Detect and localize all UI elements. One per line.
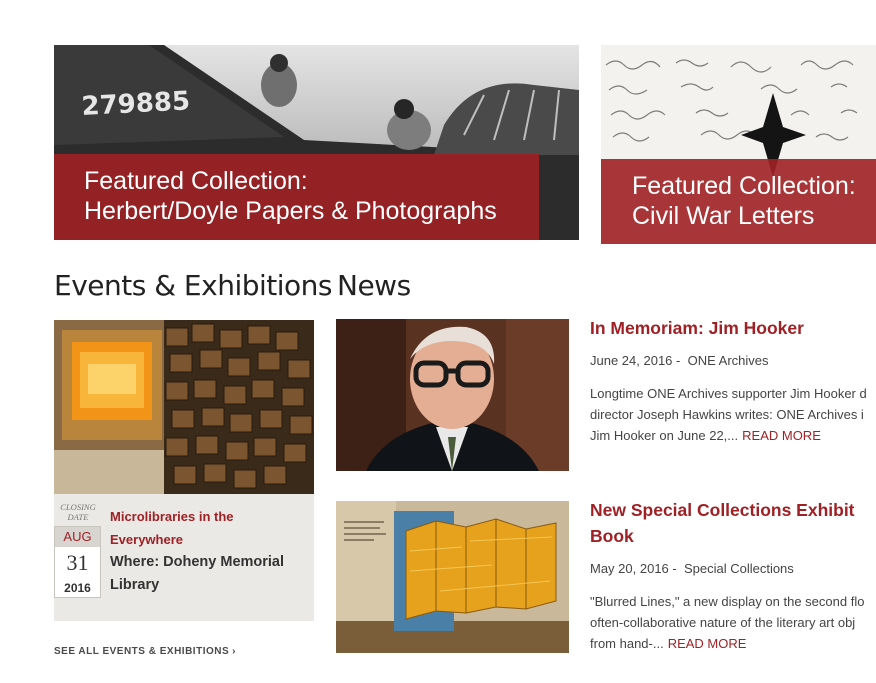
calendar-date-box: AUG 31 2016 xyxy=(54,526,101,598)
chevron-right-icon: › xyxy=(232,646,236,657)
featured-collection-civil-war-letters[interactable]: Featured Collection: Civil War Letters xyxy=(601,45,876,244)
news-photo-book-exhibit xyxy=(336,501,569,653)
event-title-link[interactable]: Microlibraries in the Everywhere xyxy=(110,505,310,551)
event-photo-library-drawers xyxy=(54,320,314,494)
news-excerpt: Longtime ONE Archives supporter Jim Hook… xyxy=(590,383,876,446)
news-excerpt-line: Longtime ONE Archives supporter Jim Hook… xyxy=(590,386,867,401)
event-location: Where: Doheny Memorial Library xyxy=(110,554,285,593)
event-card: CLOSING DATE AUG 31 2016 Microlibraries … xyxy=(54,320,314,621)
news-source: Special Collections xyxy=(683,561,794,576)
news-excerpt-line: director Joseph Hawkins writes: ONE Arch… xyxy=(590,407,864,422)
event-closing-date: CLOSING DATE AUG 31 2016 xyxy=(54,502,102,598)
event-image-link[interactable] xyxy=(54,320,314,494)
news-date: June 24, 2016 xyxy=(590,353,673,368)
news-meta: May 20, 2016 - Special Collections xyxy=(590,561,794,576)
date-month: AUG xyxy=(55,527,100,547)
read-more-link[interactable]: READ MORE xyxy=(668,636,747,651)
featured-label-line2: Civil War Letters xyxy=(632,202,815,230)
news-photo-portrait xyxy=(336,319,569,471)
news-heading: News xyxy=(337,269,411,302)
news-date: May 20, 2016 xyxy=(590,561,669,576)
events-heading: Events & Exhibitions xyxy=(54,269,333,302)
tail-number: 279885 xyxy=(81,86,191,122)
read-more-link[interactable]: READ MORE xyxy=(742,428,821,443)
featured-label-line1: Featured Collection: xyxy=(632,172,856,200)
news-excerpt: "Blurred Lines," a new display on the se… xyxy=(590,591,876,654)
news-source: ONE Archives xyxy=(687,353,769,368)
featured-label-line2: Herbert/Doyle Papers & Photographs xyxy=(84,197,497,225)
news-image-link[interactable] xyxy=(336,501,569,653)
news-meta: June 24, 2016 - ONE Archives xyxy=(590,353,769,368)
news-image-link[interactable] xyxy=(336,319,569,471)
news-title-link[interactable]: In Memoriam: Jim Hooker xyxy=(590,315,804,341)
news-excerpt-line: "Blurred Lines," a new display on the se… xyxy=(590,594,865,609)
closing-date-label: CLOSING DATE xyxy=(60,502,96,522)
news-excerpt-line: from hand-... READ MORE xyxy=(590,633,876,654)
news-excerpt-tail: Jim Hooker on June 22,... xyxy=(590,428,739,443)
news-excerpt-line: often-collaborative nature of the litera… xyxy=(590,615,856,630)
featured-collection-herbert-doyle[interactable]: 279885 Featured Collection: Herbert/Doyl… xyxy=(54,45,579,240)
date-year: 2016 xyxy=(64,581,91,595)
news-excerpt-tail: from hand-... xyxy=(590,636,664,651)
see-all-events-link[interactable]: SEE ALL EVENTS & EXHIBITIONS › xyxy=(54,646,236,657)
featured-overlay: Featured Collection: Civil War Letters xyxy=(601,159,876,244)
news-excerpt-line: Jim Hooker on June 22,... READ MORE xyxy=(590,425,876,446)
news-title-link[interactable]: New Special Collections Exhibit Book xyxy=(590,497,876,549)
see-all-events-label: SEE ALL EVENTS & EXHIBITIONS xyxy=(54,646,230,657)
date-day: 31 xyxy=(66,550,89,575)
featured-label-line1: Featured Collection: xyxy=(84,167,308,195)
featured-overlay: Featured Collection: Herbert/Doyle Paper… xyxy=(54,154,539,240)
